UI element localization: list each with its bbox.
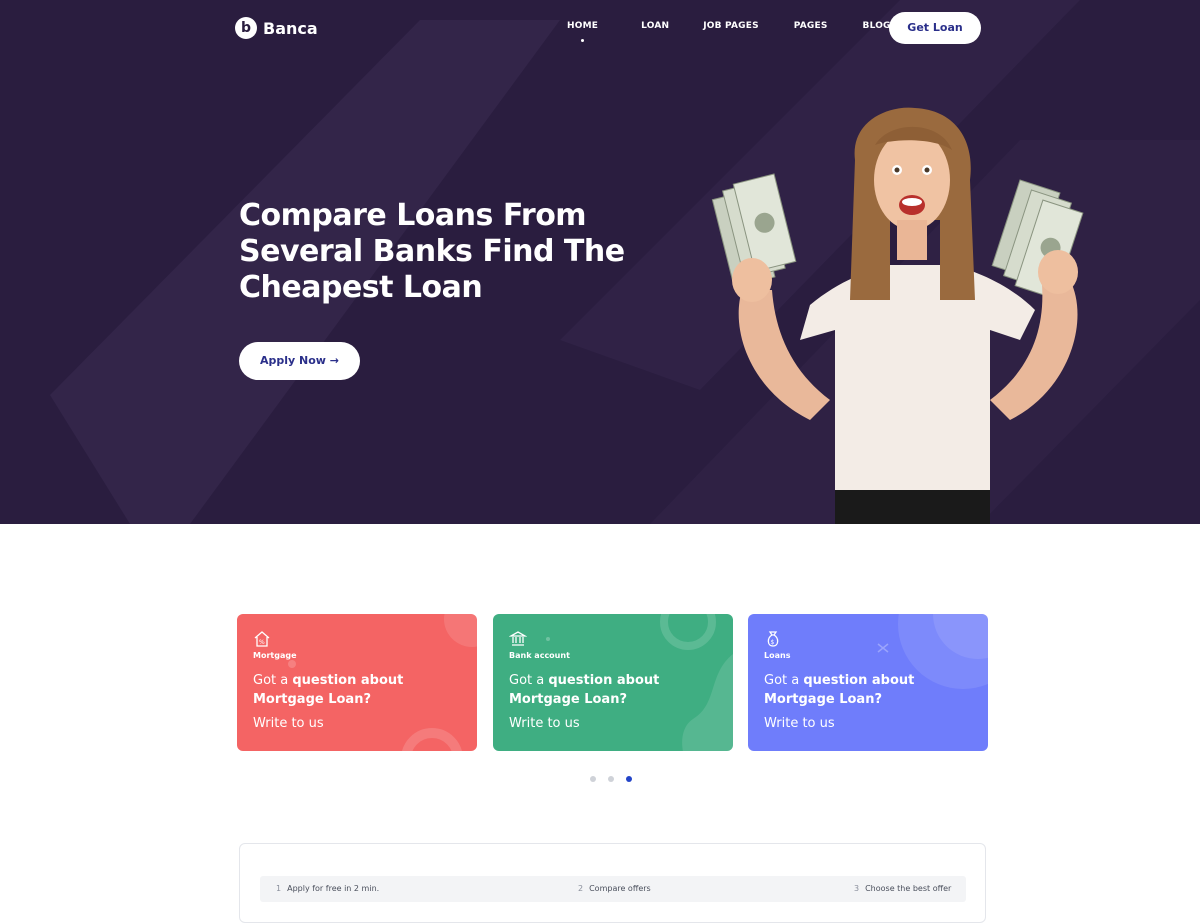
card-label: Mortgage — [253, 651, 297, 660]
logo[interactable]: b Banca — [235, 17, 318, 39]
card-label: Loans — [764, 651, 791, 660]
hero-woman-with-money-image — [711, 107, 1084, 524]
money-bag-icon: $ — [767, 631, 779, 647]
nav-item-job-pages[interactable]: JOB PAGES — [703, 21, 759, 31]
carousel-dot-active[interactable] — [626, 776, 632, 782]
get-loan-button[interactable]: Get Loan — [889, 12, 981, 44]
carousel-dot[interactable] — [590, 776, 596, 782]
step-3[interactable]: 3 Choose the best offer — [854, 876, 951, 902]
navbar: b Banca HOME LOAN JOB PAGES PAGES BLOG G… — [0, 0, 1200, 56]
apply-now-button[interactable]: Apply Now → — [239, 342, 360, 380]
nav-item-blog[interactable]: BLOG — [863, 21, 891, 31]
write-to-us-link[interactable]: Write to us — [253, 716, 324, 731]
card-question: Got a question about Mortgage Loan? — [253, 673, 404, 707]
card-label: Bank account — [509, 651, 570, 660]
carousel-dot[interactable] — [608, 776, 614, 782]
loan-steps-panel: 1 Apply for free in 2 min. 2 Compare offer… — [239, 843, 986, 923]
card-loans[interactable]: $ Loans Got a question about Mortgage Lo… — [748, 614, 988, 751]
service-cards: % Mortgage Got a question about Mortgage… — [237, 614, 988, 751]
bank-icon — [509, 631, 527, 646]
svg-text:$: $ — [771, 639, 775, 646]
step-1[interactable]: 1 Apply for free in 2 min. — [276, 876, 379, 902]
card-bank-account[interactable]: Bank account Got a question about Mortga… — [493, 614, 733, 751]
svg-text:%: % — [259, 639, 265, 646]
hero-section: b Banca HOME LOAN JOB PAGES PAGES BLOG G… — [0, 0, 1200, 524]
house-percent-icon: % — [254, 631, 270, 647]
main-nav: HOME LOAN JOB PAGES PAGES BLOG — [567, 21, 891, 42]
logo-b-icon: b — [235, 17, 257, 39]
logo-text: Banca — [263, 18, 318, 38]
card-mortgage[interactable]: % Mortgage Got a question about Mortgage… — [237, 614, 477, 751]
card-question: Got a question about Mortgage Loan? — [509, 673, 660, 707]
write-to-us-link[interactable]: Write to us — [509, 716, 580, 731]
steps-bar: 1 Apply for free in 2 min. 2 Compare offer… — [260, 876, 966, 902]
card-question: Got a question about Mortgage Loan? — [764, 673, 915, 707]
write-to-us-link[interactable]: Write to us — [764, 716, 835, 731]
nav-item-home[interactable]: HOME — [567, 21, 598, 42]
nav-item-loan[interactable]: LOAN — [641, 21, 669, 31]
nav-item-pages[interactable]: PAGES — [794, 21, 828, 31]
step-2[interactable]: 2 Compare offers — [578, 876, 651, 902]
hero-title: Compare Loans From Several Banks Find Th… — [239, 198, 625, 305]
carousel-dots — [590, 776, 632, 782]
